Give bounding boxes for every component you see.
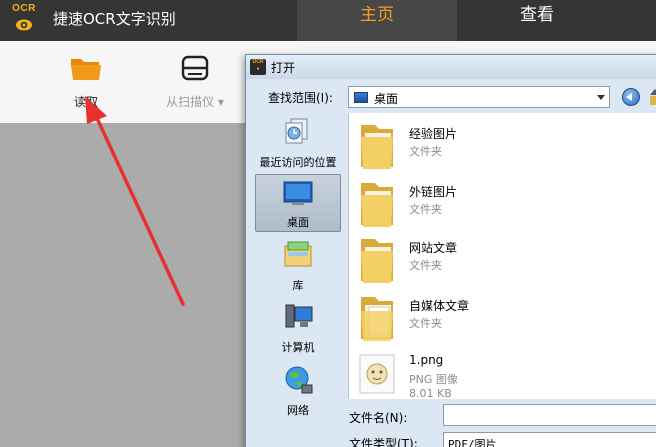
folder-icon <box>361 125 393 169</box>
place-desktop[interactable]: 桌面 <box>255 174 341 232</box>
desktop-small-icon <box>354 92 368 103</box>
list-item-folder[interactable]: 网站文章 文件夹 <box>357 231 656 287</box>
place-computer[interactable]: 计算机 <box>255 302 341 358</box>
place-libraries[interactable]: 库 <box>255 240 341 294</box>
filetype-value: PDF/图片 <box>448 438 497 447</box>
filename-input[interactable] <box>443 404 656 426</box>
place-recent[interactable]: 最近访问的位置 <box>255 117 341 169</box>
png-image-icon <box>359 354 395 394</box>
tab-home[interactable]: 主页 <box>297 0 457 41</box>
dialog-titlebar: OCR ● 打开 <box>246 55 656 79</box>
network-icon <box>285 366 313 394</box>
recent-places-icon <box>285 118 308 144</box>
look-in-label: 查找范围(I): <box>268 91 333 105</box>
filetype-label: 文件类型(T): <box>349 437 418 447</box>
list-item-file[interactable]: 1.png PNG 图像 8.01 KB <box>357 345 656 405</box>
list-item-folder[interactable]: 自媒体文章 文件夹 <box>357 289 656 345</box>
libraries-icon <box>284 241 312 267</box>
folder-icon <box>361 239 393 283</box>
desktop-icon <box>283 181 313 205</box>
list-item-folder[interactable]: 经验图片 文件夹 <box>357 117 656 173</box>
open-file-dialog: OCR ● 打开 查找范围(I): 桌面 最近访问的位置 桌面 库 计算机 网络… <box>245 54 656 447</box>
tab-view[interactable]: 查看 <box>457 0 617 41</box>
folder-icon <box>361 183 393 227</box>
look-in-dropdown[interactable]: 桌面 <box>348 86 610 108</box>
list-item-folder[interactable]: 外链图片 文件夹 <box>357 175 656 231</box>
chevron-down-icon <box>597 95 605 100</box>
up-folder-button[interactable] <box>648 88 656 106</box>
filename-label: 文件名(N): <box>349 411 408 425</box>
computer-icon <box>285 304 313 328</box>
back-button[interactable] <box>622 88 640 106</box>
dialog-app-icon: OCR ● <box>250 59 266 75</box>
folder-icon <box>361 297 393 341</box>
back-arrow-icon <box>626 93 632 101</box>
filetype-dropdown[interactable]: PDF/图片 <box>443 432 656 447</box>
file-list: 经验图片 文件夹 外链图片 文件夹 网站文章 文件夹 自媒体文章 文件夹 1.p… <box>348 113 656 400</box>
red-arrow-annotation <box>85 96 185 306</box>
place-network[interactable]: 网络 <box>255 365 341 421</box>
look-in-value: 桌面 <box>374 92 399 106</box>
dialog-title: 打开 <box>271 61 296 75</box>
places-bar: 最近访问的位置 桌面 库 计算机 网络 <box>251 113 347 447</box>
